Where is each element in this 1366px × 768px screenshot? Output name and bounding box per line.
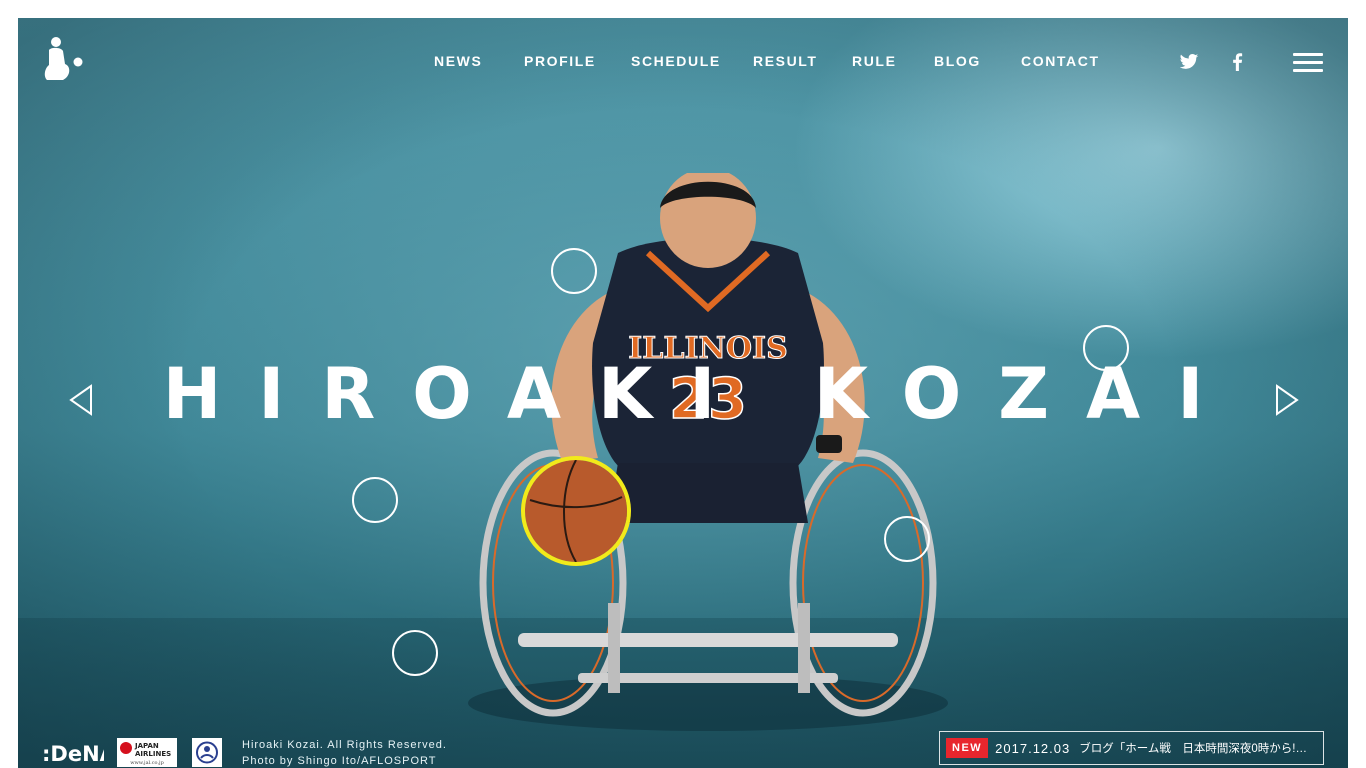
basketball-hotspot[interactable] [520, 455, 632, 567]
facebook-icon[interactable] [1228, 53, 1248, 71]
photo-credit: Photo by Shingo Ito/AFLOSPORT [242, 755, 437, 767]
decorative-circle [352, 477, 398, 523]
player-photo: ILLINOIS 23 [468, 173, 948, 731]
svg-text:JAPAN: JAPAN [134, 742, 159, 750]
svg-text:AIRLINES: AIRLINES [135, 750, 171, 758]
news-headline[interactable]: ブログ「ホーム戦 日本時間深夜0時から!」… [1079, 740, 1317, 756]
site-logo[interactable] [43, 36, 85, 82]
new-badge: NEW [946, 738, 989, 758]
footer-copyright-block: Hiroaki Kozai. All Rights Reserved. Phot… [242, 737, 447, 768]
hamburger-menu-icon[interactable] [1293, 53, 1323, 73]
triangle-right-icon[interactable] [1274, 384, 1300, 416]
decorative-circle [392, 630, 438, 676]
twitter-icon[interactable] [1179, 53, 1199, 71]
svg-text:www.jal.co.jp: www.jal.co.jp [130, 760, 164, 766]
nav-item-profile[interactable]: PROFILE [524, 53, 596, 69]
nav-item-blog[interactable]: BLOG [934, 53, 981, 69]
nav-item-rule[interactable]: RULE [852, 53, 897, 69]
hero-title: HIROAKI KOZAI [162, 353, 1241, 435]
hero-section: ILLINOIS 23 NEWS PROFILE SCHEDULE RESULT… [18, 18, 1348, 768]
nav-item-schedule[interactable]: SCHEDULE [631, 53, 721, 69]
decorative-circle [884, 516, 930, 562]
nav-item-result[interactable]: RESULT [753, 53, 818, 69]
svg-text::DeNA: :DeNA [42, 742, 104, 766]
decorative-circle [551, 248, 597, 294]
nav-item-news[interactable]: NEWS [434, 53, 482, 69]
news-date: 2017.12.03 [995, 740, 1071, 756]
copyright-text: Hiroaki Kozai. All Rights Reserved. [242, 739, 447, 751]
sponsor-jal-logo[interactable]: JAPAN AIRLINES www.jal.co.jp [117, 738, 177, 767]
sponsor-dena-logo[interactable]: :DeNA [42, 738, 104, 768]
nav-item-contact[interactable]: CONTACT [1021, 53, 1100, 69]
news-ticker[interactable]: NEW 2017.12.03 ブログ「ホーム戦 日本時間深夜0時から!」… [939, 731, 1324, 765]
sponsor-emblem-logo[interactable] [192, 738, 222, 767]
triangle-left-icon[interactable] [68, 384, 94, 416]
